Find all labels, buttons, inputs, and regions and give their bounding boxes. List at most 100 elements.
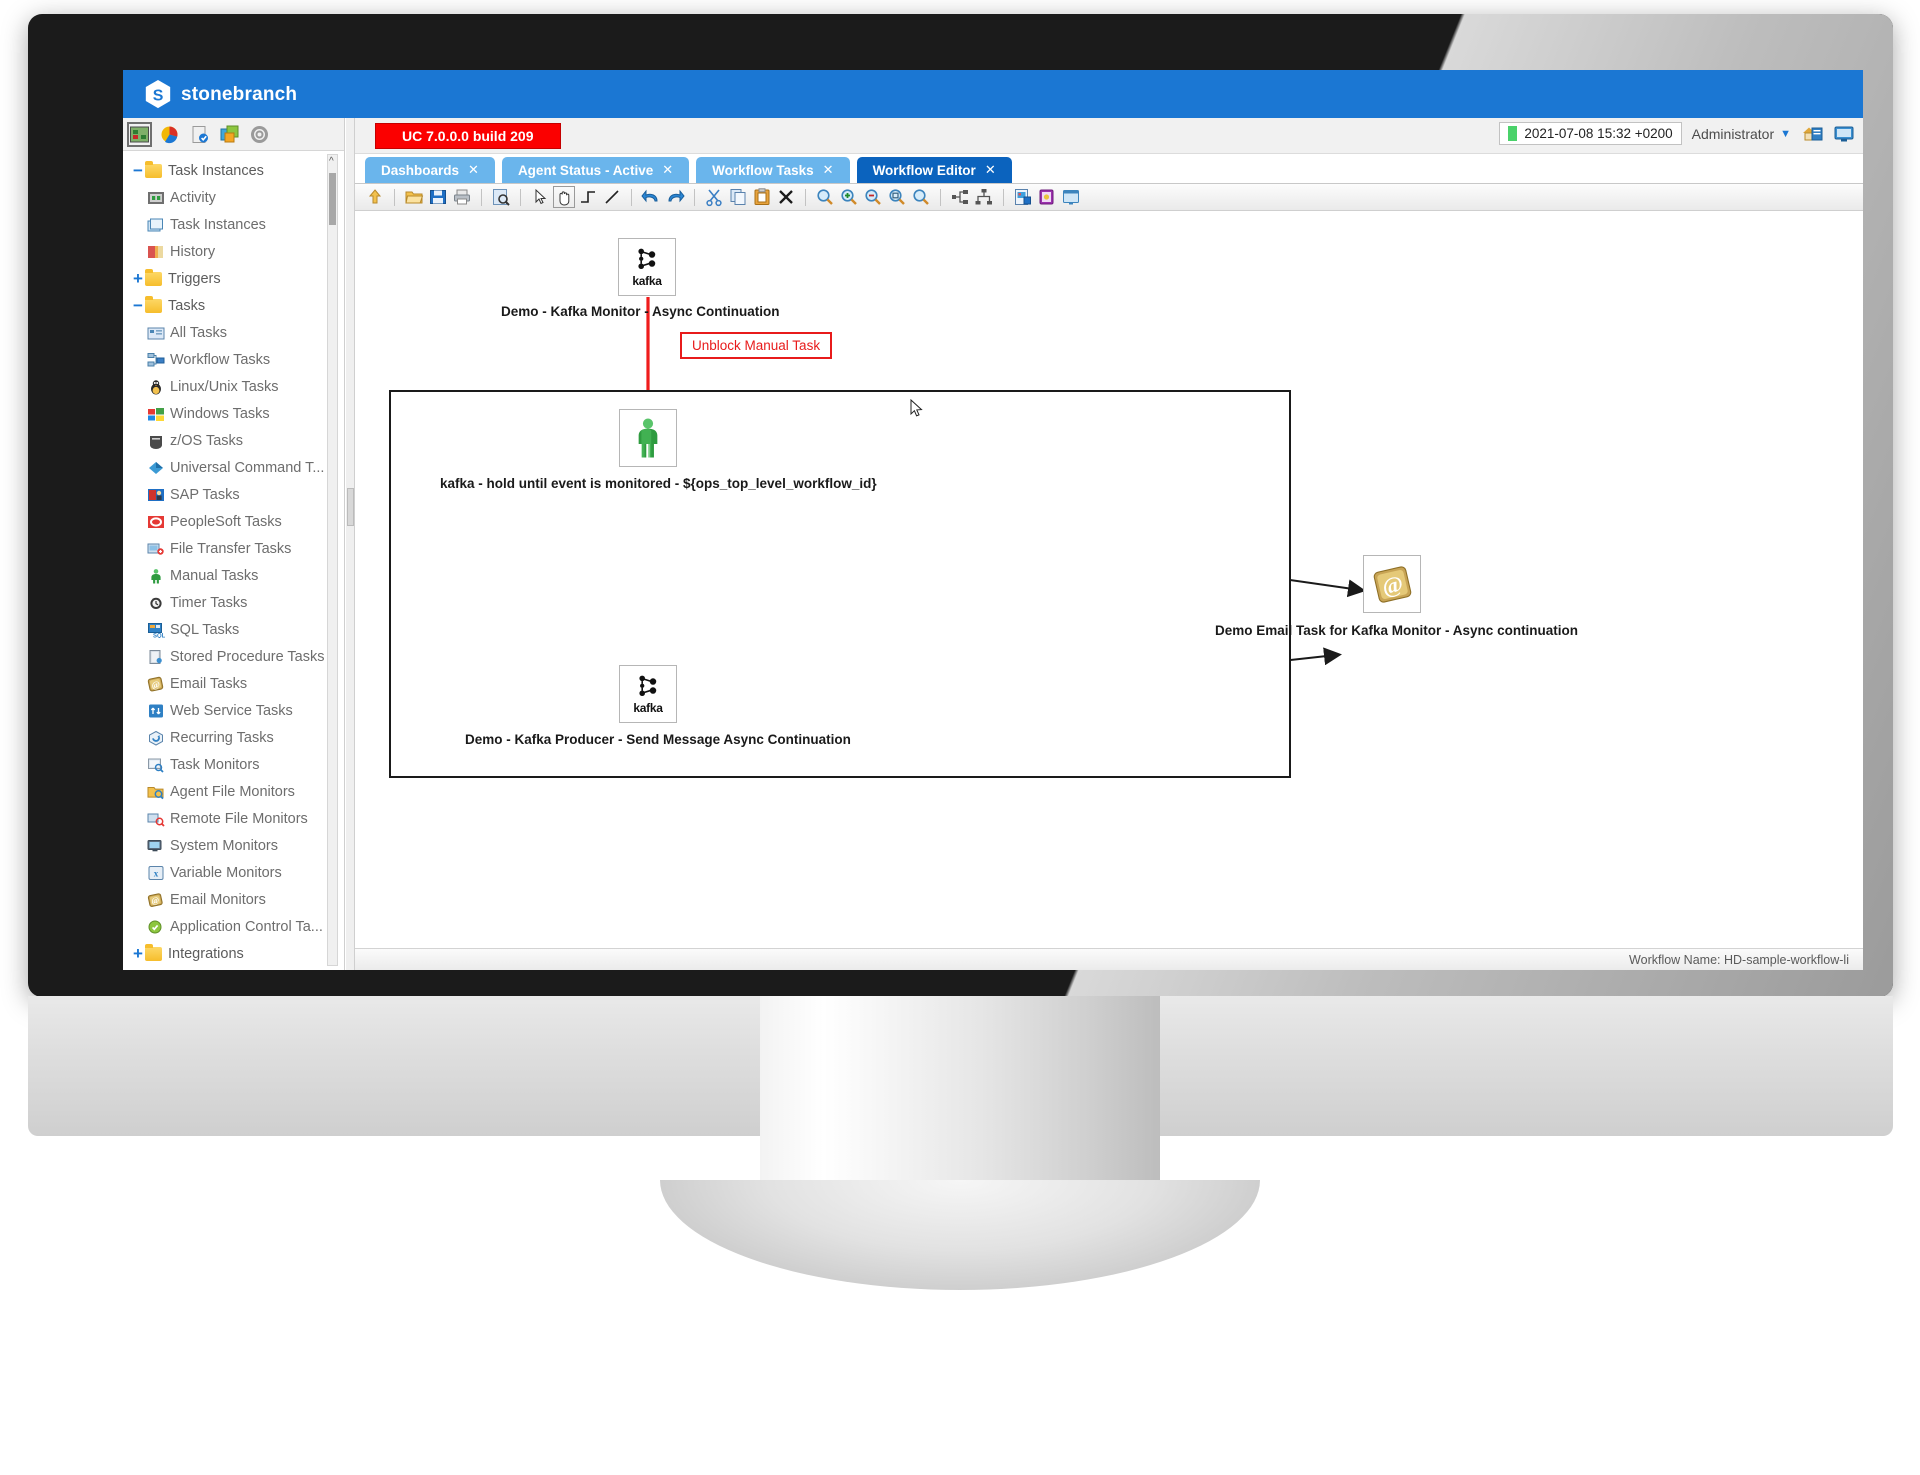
find-task-icon[interactable] xyxy=(491,187,511,207)
export-image-icon[interactable] xyxy=(1013,187,1033,207)
cut-scissors-icon[interactable] xyxy=(704,187,724,207)
sidebar-item-manual-tasks[interactable]: Manual Tasks xyxy=(123,562,327,589)
sidebar-item-file-transfer-tasks[interactable]: File Transfer Tasks xyxy=(123,535,327,562)
sidebar-item-linux-unix-tasks[interactable]: Linux/Unix Tasks xyxy=(123,373,327,400)
hierarchy-layout-icon[interactable] xyxy=(974,187,994,207)
properties-panel-icon[interactable] xyxy=(1061,187,1081,207)
sidebar-item-history[interactable]: History xyxy=(123,238,327,265)
close-icon[interactable]: ✕ xyxy=(823,162,834,178)
sidebar-item-tasks[interactable]: − Tasks xyxy=(123,292,327,319)
chevron-up-icon[interactable]: ^ xyxy=(329,157,334,167)
sidebar-item-email-tasks[interactable]: @ Email Tasks xyxy=(123,670,327,697)
sidebar-item-timer-tasks[interactable]: Timer Tasks xyxy=(123,589,327,616)
close-icon[interactable]: ✕ xyxy=(662,162,673,178)
reporting-icon[interactable] xyxy=(159,124,180,145)
zoom-selection-icon[interactable] xyxy=(911,187,931,207)
zoom-fit-icon[interactable] xyxy=(887,187,907,207)
print-icon[interactable] xyxy=(452,187,472,207)
workflow-node-email-task[interactable]: @ xyxy=(1363,555,1421,613)
pan-hand-icon[interactable] xyxy=(553,186,575,208)
services-icon[interactable] xyxy=(219,124,240,145)
bundles-and-promotion-icon[interactable] xyxy=(189,124,210,145)
sidebar-scrollbar[interactable]: ^ xyxy=(327,154,338,966)
user-menu[interactable]: Administrator ▼ xyxy=(1692,126,1791,142)
tab-workflow-editor[interactable]: Workflow Editor ✕ xyxy=(856,157,1012,183)
folder-icon xyxy=(145,295,162,313)
workflow-canvas[interactable]: kafka Demo - Kafka Monitor - Async Conti… xyxy=(355,212,1863,970)
sidebar-item-task-instances[interactable]: − Task Instances xyxy=(123,157,327,184)
documentation-icon[interactable] xyxy=(1037,187,1057,207)
kafka-wordmark: kafka xyxy=(632,274,662,288)
sidebar-item-label: Tasks xyxy=(168,297,206,314)
scrollbar-thumb[interactable] xyxy=(329,173,336,225)
workflow-group-box[interactable] xyxy=(389,390,1291,778)
copy-icon[interactable] xyxy=(728,187,748,207)
sidebar-item-recurring-tasks[interactable]: Recurring Tasks xyxy=(123,724,327,751)
workflow-node-manual-hold[interactable] xyxy=(619,409,677,467)
sidebar-item-activity[interactable]: Activity xyxy=(123,184,327,211)
workflow-editor-toolbar[interactable] xyxy=(355,184,1863,211)
sidebar-item-all-tasks[interactable]: All Tasks xyxy=(123,319,327,346)
sidebar-item-email-monitors[interactable]: @ Email Monitors xyxy=(123,886,327,913)
sidebar-item-integrations[interactable]: + Integrations xyxy=(123,940,327,967)
workflow-node-kafka-monitor[interactable]: kafka xyxy=(618,238,676,296)
sidebar-item-web-service-tasks[interactable]: Web Service Tasks xyxy=(123,697,327,724)
email-at-task-icon: @ xyxy=(1373,565,1411,603)
tab-bar[interactable]: Dashboards ✕ Agent Status - Active ✕ Workflo… xyxy=(355,154,1863,184)
tab-label: Workflow Editor xyxy=(872,162,976,178)
sidebar-item-application-control-ta[interactable]: Application Control Ta... xyxy=(123,913,327,940)
sidebar-item-task-monitors[interactable]: Task Monitors xyxy=(123,751,327,778)
sidebar-item-sql-tasks[interactable]: SQL SQL Tasks xyxy=(123,616,327,643)
console-icon[interactable] xyxy=(1833,124,1855,143)
save-icon[interactable] xyxy=(428,187,448,207)
undo-icon[interactable] xyxy=(641,187,661,207)
navigation-tree[interactable]: − Task Instances Activity Task Instances His… xyxy=(123,152,327,970)
sidebar-item-label: Task Instances xyxy=(170,216,266,233)
zoom-out-icon[interactable] xyxy=(863,187,883,207)
panel-splitter[interactable] xyxy=(346,118,355,970)
tab-label: Workflow Tasks xyxy=(712,162,814,178)
automation-center-icon[interactable] xyxy=(127,121,152,147)
go-up-level-icon[interactable] xyxy=(365,187,385,207)
collapse-toggle-icon[interactable]: − xyxy=(131,162,145,179)
expand-toggle-icon[interactable]: + xyxy=(131,945,145,962)
tab-dashboards[interactable]: Dashboards ✕ xyxy=(365,157,495,183)
sidebar-item-agent-file-monitors[interactable]: Agent File Monitors xyxy=(123,778,327,805)
annotation-unblock-manual-task[interactable]: Unblock Manual Task xyxy=(680,332,833,359)
sidebar-item-triggers[interactable]: + Triggers xyxy=(123,265,327,292)
sidebar-item-variable-monitors[interactable]: x Variable Monitors xyxy=(123,859,327,886)
user-name: Administrator xyxy=(1691,125,1775,142)
sidebar-item-stored-procedure-tasks[interactable]: Stored Procedure Tasks xyxy=(123,643,327,670)
connector-elbow-icon[interactable] xyxy=(578,187,598,207)
collapse-toggle-icon[interactable]: − xyxy=(131,297,145,314)
open-folder-icon[interactable] xyxy=(404,187,424,207)
sidebar-item-task-instances[interactable]: Task Instances xyxy=(123,211,327,238)
select-pointer-icon[interactable] xyxy=(530,187,550,207)
tab-agent-status-active[interactable]: Agent Status - Active ✕ xyxy=(501,157,690,183)
sidebar-item-windows-tasks[interactable]: Windows Tasks xyxy=(123,400,327,427)
sidebar-item-universal-command-t[interactable]: Universal Command T... xyxy=(123,454,327,481)
home-page-icon[interactable] xyxy=(1801,124,1823,143)
tab-workflow-tasks[interactable]: Workflow Tasks ✕ xyxy=(696,157,850,183)
connector-straight-icon[interactable] xyxy=(602,187,622,207)
workflow-node-kafka-producer[interactable]: kafka xyxy=(619,665,677,723)
expand-toggle-icon[interactable]: + xyxy=(131,270,145,287)
close-icon[interactable]: ✕ xyxy=(985,162,996,178)
align-layout-icon[interactable] xyxy=(950,187,970,207)
close-icon[interactable]: ✕ xyxy=(468,162,479,178)
delete-x-icon[interactable] xyxy=(776,187,796,207)
sidebar-item-remote-file-monitors[interactable]: Remote File Monitors xyxy=(123,805,327,832)
splitter-grip[interactable] xyxy=(347,488,354,526)
sidebar-item-z-os-tasks[interactable]: z/OS Tasks xyxy=(123,427,327,454)
administration-gear-icon[interactable] xyxy=(249,124,270,145)
variable-monitor-icon: x xyxy=(147,865,165,881)
zoom-reset-icon[interactable] xyxy=(815,187,835,207)
sidebar-item-system-monitors[interactable]: System Monitors xyxy=(123,832,327,859)
sidebar-item-peoplesoft-tasks[interactable]: PeopleSoft Tasks xyxy=(123,508,327,535)
paste-clipboard-icon[interactable] xyxy=(752,187,772,207)
chevron-down-icon[interactable]: ▼ xyxy=(1780,128,1791,140)
sidebar-item-workflow-tasks[interactable]: Workflow Tasks xyxy=(123,346,327,373)
redo-icon[interactable] xyxy=(665,187,685,207)
zoom-in-icon[interactable] xyxy=(839,187,859,207)
sidebar-item-sap-tasks[interactable]: SAP Tasks xyxy=(123,481,327,508)
